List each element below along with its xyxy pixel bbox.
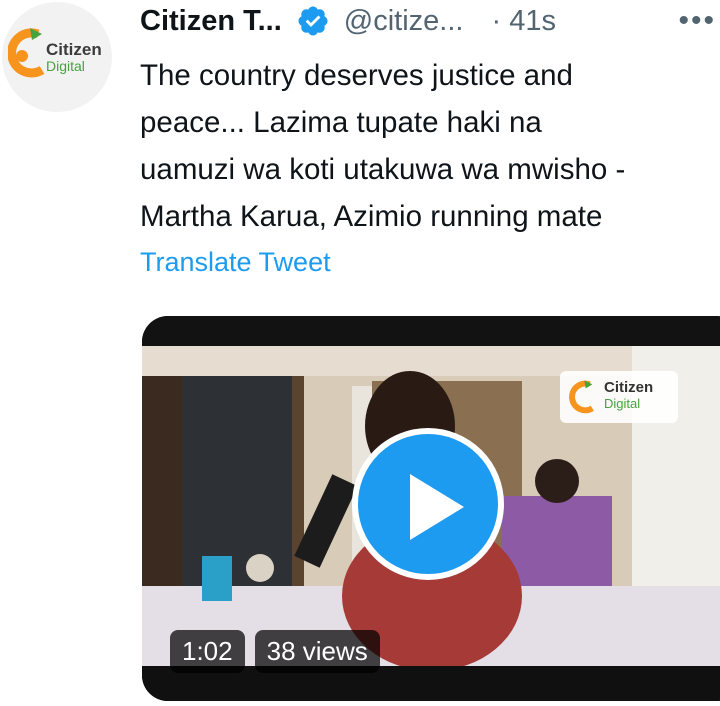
tweet-text-line: The country deserves justice and bbox=[140, 59, 573, 92]
tweet-text-line: Martha Karua, Azimio running mate bbox=[140, 200, 603, 233]
avatar-logo-subtext: Digital bbox=[46, 58, 85, 74]
tweet-timestamp[interactable]: · 41s bbox=[491, 5, 555, 38]
more-options-icon[interactable]: ••• bbox=[678, 4, 716, 38]
play-icon bbox=[410, 474, 464, 540]
video-views: 38 views bbox=[254, 630, 380, 673]
watermark-subtext: Digital bbox=[604, 396, 641, 411]
avatar[interactable]: Citizen Digital bbox=[2, 2, 112, 112]
translate-tweet-link[interactable]: Translate Tweet bbox=[140, 247, 331, 278]
avatar-logo-text: Citizen bbox=[46, 40, 102, 59]
tweet-header: Citizen T... @citize... · 41s bbox=[140, 0, 720, 42]
video-player[interactable]: Citizen Digital 1:02 38 views bbox=[142, 316, 720, 701]
tweet-text-line: peace... Lazima tupate haki na bbox=[140, 106, 542, 139]
video-duration: 1:02 bbox=[170, 630, 245, 673]
video-info-badges: 1:02 38 views bbox=[170, 630, 380, 673]
tweet-text-line: uamuzi wa koti utakuwa wa mwisho - bbox=[140, 153, 626, 186]
play-button[interactable] bbox=[352, 428, 504, 580]
video-watermark-logo: Citizen Digital bbox=[560, 371, 678, 423]
citizen-digital-logo-icon bbox=[569, 380, 594, 414]
tweet-text: The country deserves justice and peace..… bbox=[140, 52, 720, 240]
verified-badge-icon bbox=[298, 6, 328, 36]
watermark-text: Citizen bbox=[604, 379, 654, 396]
account-handle[interactable]: @citize... bbox=[344, 5, 464, 38]
citizen-digital-logo-icon bbox=[8, 28, 45, 78]
display-name[interactable]: Citizen T... bbox=[140, 5, 282, 38]
